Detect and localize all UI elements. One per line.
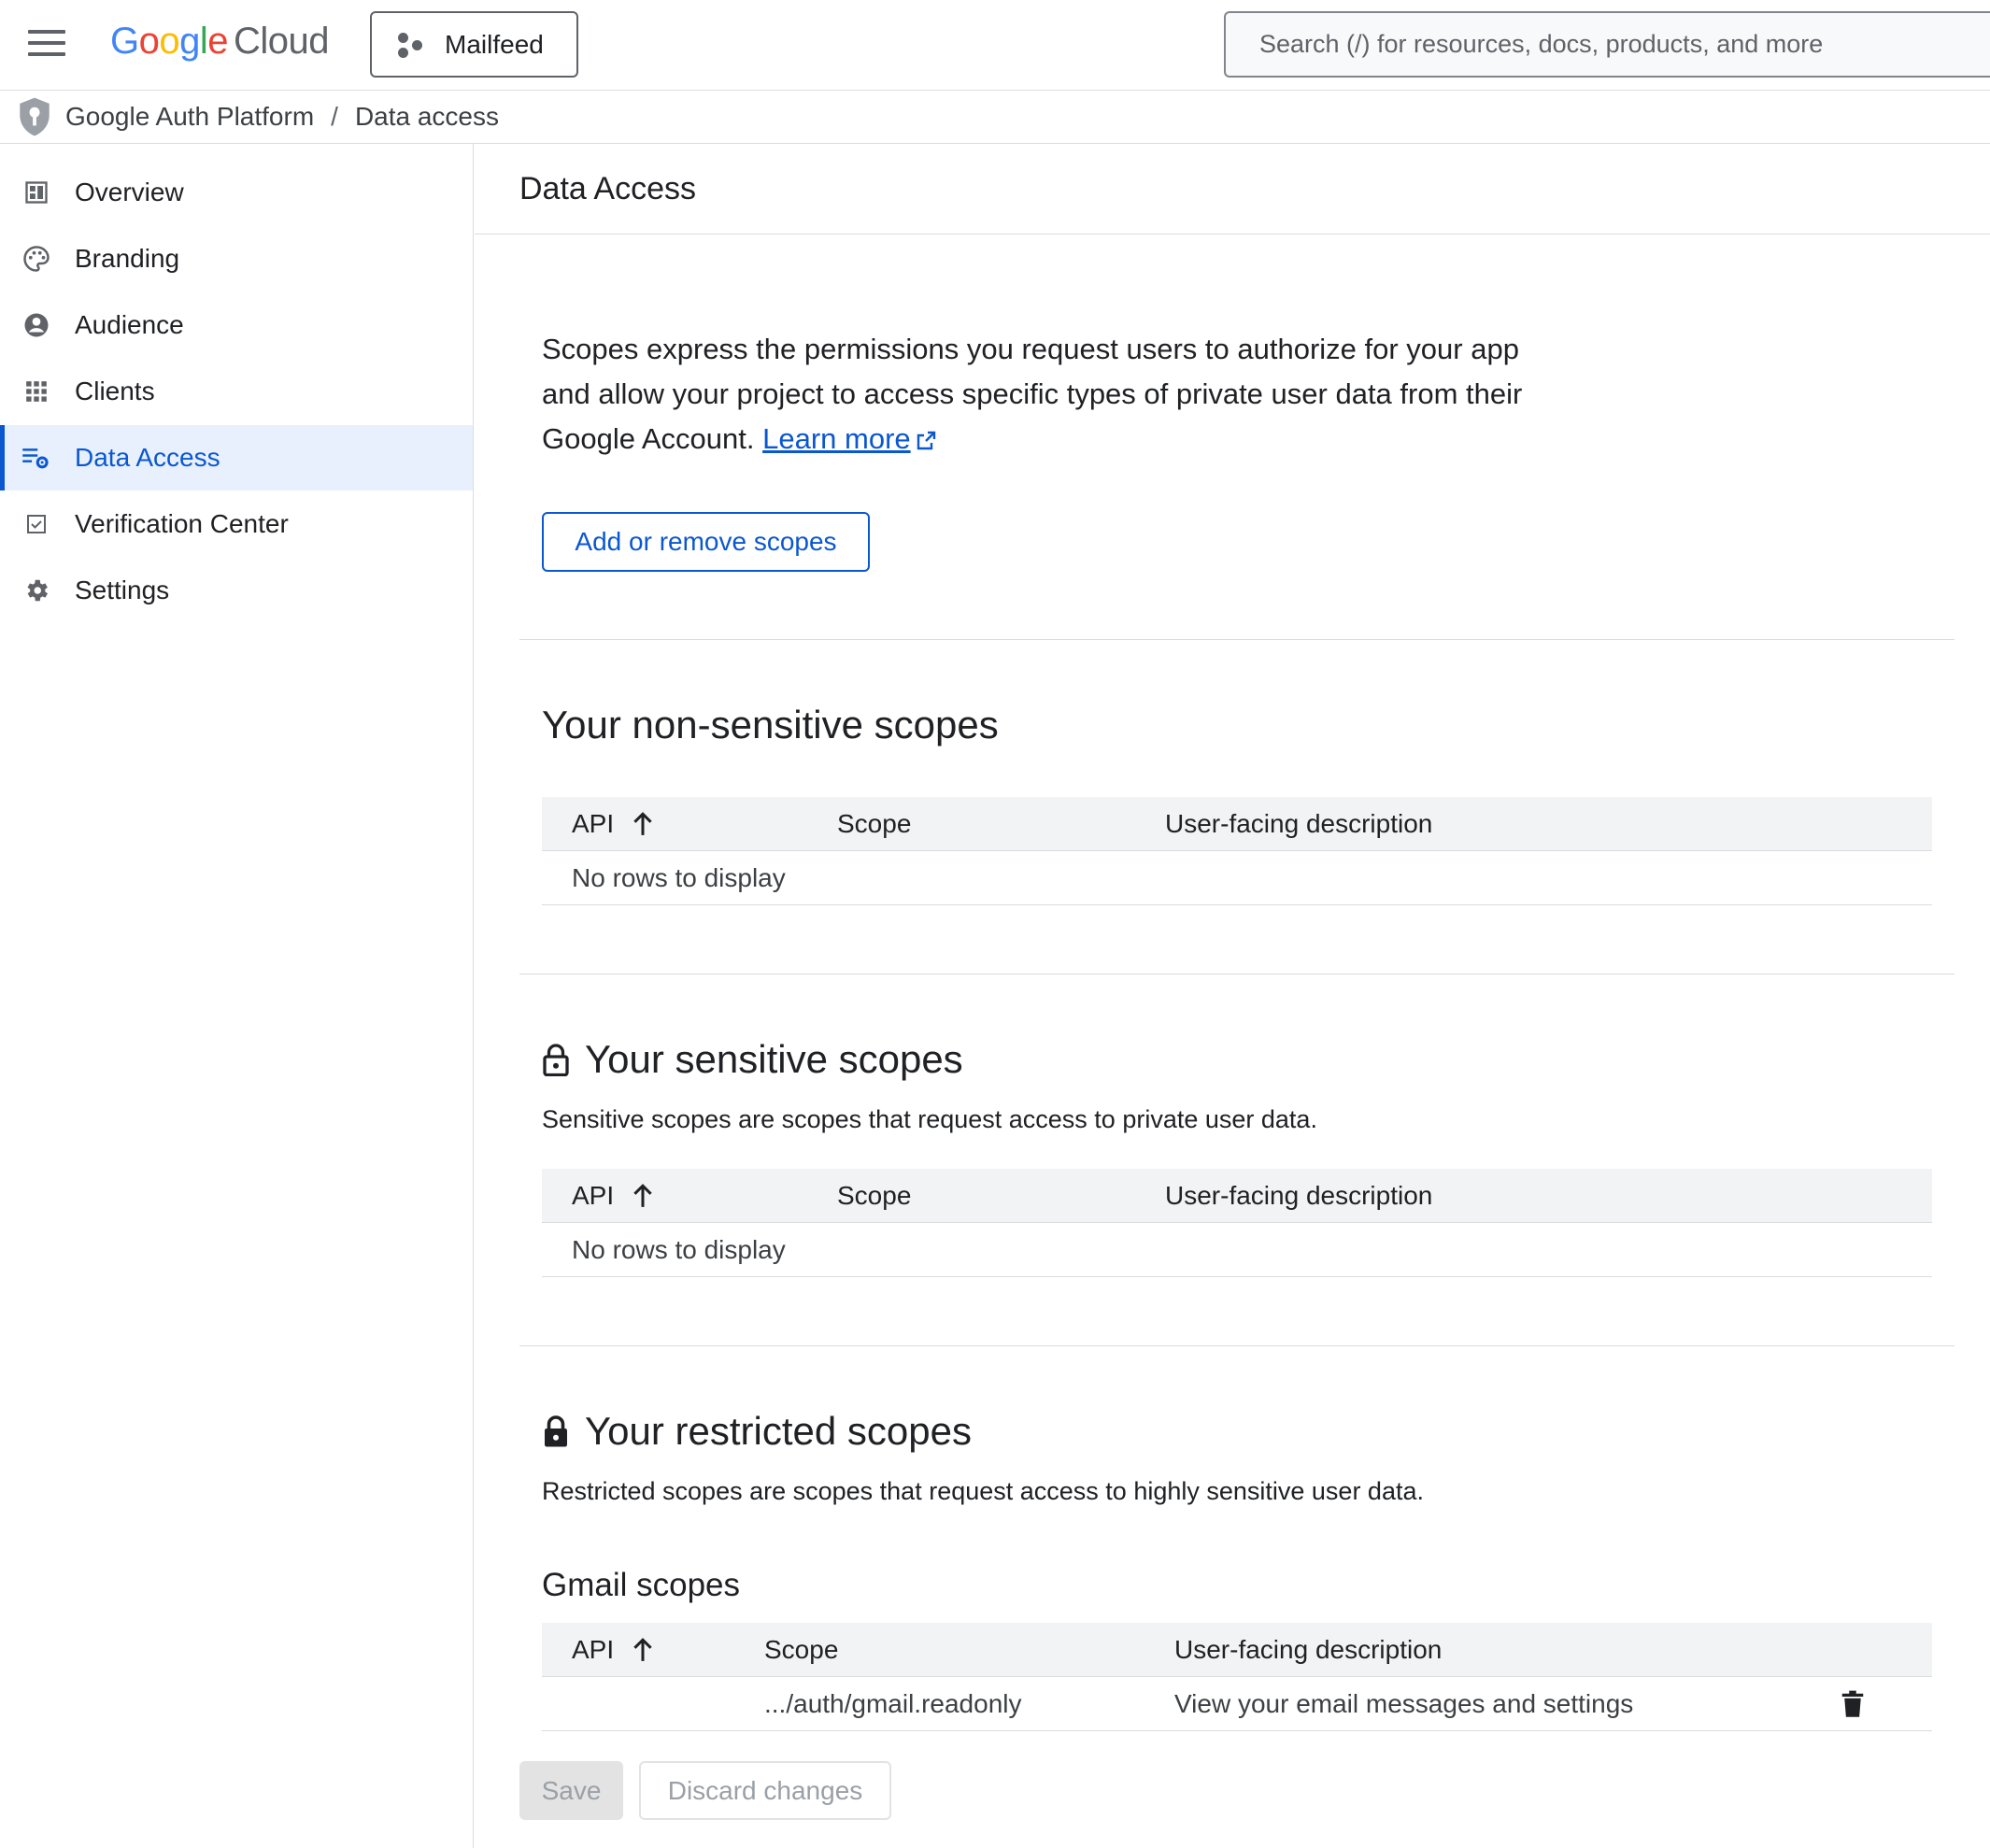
sidebar-item-settings[interactable]: Settings (0, 558, 473, 623)
logo-letter: o (159, 21, 180, 62)
gmail-scopes-title: Gmail scopes (542, 1567, 741, 1603)
restricted-scopes-title: Your restricted scopes (542, 1409, 972, 1454)
sidebar-item-verification-center[interactable]: Verification Center (0, 491, 473, 557)
breadcrumb-root-link[interactable]: Google Auth Platform (65, 102, 314, 132)
column-header-description[interactable]: User-facing description (1165, 1169, 1432, 1223)
restricted-scopes-description: Restricted scopes are scopes that reques… (542, 1477, 1424, 1505)
table-row: .../auth/gmail.readonly View your email … (542, 1677, 1932, 1731)
data-settings-icon (21, 442, 52, 474)
project-name: Mailfeed (445, 29, 544, 59)
row-scope: .../auth/gmail.readonly (764, 1689, 1022, 1718)
search-input[interactable] (1259, 30, 1988, 59)
sidebar-item-clients[interactable]: Clients (0, 359, 473, 424)
table-empty-row: No rows to display (542, 851, 1932, 905)
sidebar-item-overview[interactable]: Overview (0, 160, 473, 225)
column-header-label: API (572, 809, 615, 838)
apps-grid-icon (21, 376, 52, 407)
empty-table-message: No rows to display (572, 863, 786, 892)
sidebar-item-label: Data Access (75, 443, 220, 472)
page-title: Data Access (475, 144, 1990, 235)
sidebar-item-label: Verification Center (75, 509, 289, 538)
section-title-text: Your non-sensitive scopes (542, 703, 999, 746)
breadcrumb-current: Data access (354, 102, 500, 131)
logo-letter: l (199, 21, 208, 62)
sensitive-scopes-description: Sensitive scopes are scopes that request… (542, 1105, 1317, 1133)
external-link-icon[interactable] (915, 430, 937, 452)
sensitive-table-header: API Scope User-facing description (542, 1169, 1932, 1223)
account-circle-icon (21, 309, 52, 341)
table-empty-row: No rows to display (542, 1223, 1932, 1277)
add-remove-scopes-button[interactable]: Add or remove scopes (542, 512, 870, 572)
breadcrumb: Google Auth Platform / Data access (0, 91, 1990, 144)
gear-icon (21, 575, 52, 606)
logo-cloud-text: Cloud (234, 21, 330, 62)
restricted-table-header: API Scope User-facing description (542, 1623, 1932, 1677)
section-divider (519, 639, 1954, 640)
dashboard-icon (21, 177, 52, 208)
main-menu-icon[interactable] (28, 30, 65, 58)
delete-scope-button[interactable] (1841, 1677, 1865, 1731)
sidebar-item-label: Audience (75, 310, 184, 339)
column-header-label: API (572, 1635, 615, 1664)
project-icon (398, 32, 424, 58)
intro-paragraph: Scopes express the permissions you reque… (542, 327, 1523, 462)
sidebar-item-audience[interactable]: Audience (0, 292, 473, 358)
sidebar-item-branding[interactable]: Branding (0, 226, 473, 291)
section-title-text: Your restricted scopes (585, 1409, 972, 1453)
lock-open-outline-icon (543, 1044, 569, 1076)
logo-letter: g (179, 21, 200, 62)
section-title-text: Your sensitive scopes (585, 1037, 963, 1081)
sensitive-scopes-title: Your sensitive scopes (542, 1037, 963, 1082)
column-header-scope[interactable]: Scope (764, 1623, 838, 1677)
column-header-api[interactable]: API (572, 1623, 655, 1677)
auth-shield-icon (20, 97, 50, 136)
sort-ascending-icon[interactable] (631, 1183, 655, 1209)
logo-letter: e (207, 21, 229, 62)
section-divider (519, 1345, 1954, 1346)
column-header-scope[interactable]: Scope (837, 1169, 911, 1223)
sort-ascending-icon[interactable] (631, 1637, 655, 1663)
column-header-api[interactable]: API (572, 797, 655, 851)
google-cloud-logo[interactable]: Google Cloud (110, 21, 330, 63)
sidebar-item-label: Branding (75, 244, 180, 273)
column-header-api[interactable]: API (572, 1169, 655, 1223)
column-header-description[interactable]: User-facing description (1165, 797, 1432, 851)
sort-ascending-icon[interactable] (631, 811, 655, 837)
sidebar-item-label: Clients (75, 377, 155, 405)
intro-text: Scopes express the permissions you reque… (542, 333, 1523, 455)
sidebar-item-label: Overview (75, 178, 184, 206)
palette-icon (21, 243, 52, 275)
trash-icon[interactable] (1841, 1690, 1865, 1718)
column-header-label: API (572, 1181, 615, 1210)
discard-changes-button[interactable]: Discard changes (639, 1761, 891, 1820)
lock-icon (545, 1415, 567, 1447)
search-bar[interactable] (1224, 11, 1990, 78)
checkbox-icon (21, 508, 52, 540)
top-app-bar: Google Cloud Mailfeed (0, 0, 1990, 91)
breadcrumb-separator: / (331, 102, 338, 131)
logo-letter: o (138, 21, 160, 62)
sidebar-item-label: Settings (75, 576, 170, 604)
save-button[interactable]: Save (519, 1761, 623, 1820)
project-picker-button[interactable]: Mailfeed (370, 11, 578, 78)
sidebar: Overview Branding Audience Clients Data … (0, 144, 474, 1848)
column-header-scope[interactable]: Scope (837, 797, 911, 851)
learn-more-link[interactable]: Learn more (762, 422, 911, 455)
column-header-description[interactable]: User-facing description (1174, 1623, 1442, 1677)
non-sensitive-scopes-title: Your non-sensitive scopes (542, 703, 999, 747)
empty-table-message: No rows to display (572, 1235, 786, 1264)
sidebar-item-data-access[interactable]: Data Access (0, 425, 473, 490)
non-sensitive-table-header: API Scope User-facing description (542, 797, 1932, 851)
row-description: View your email messages and settings (1174, 1689, 1634, 1718)
logo-letter: G (110, 21, 139, 62)
